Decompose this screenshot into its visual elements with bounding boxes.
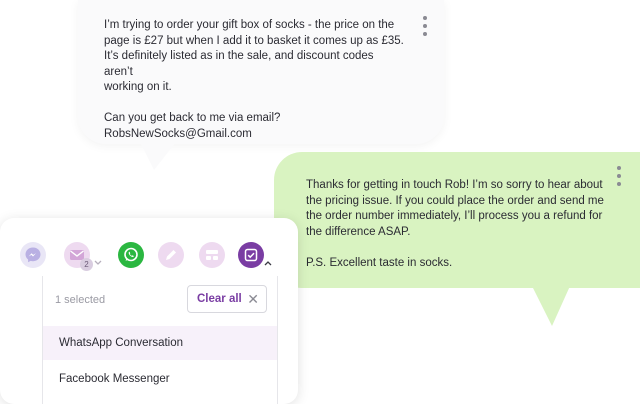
close-icon: ✕ xyxy=(247,290,259,307)
outgoing-message-bubble: Thanks for getting in touch Rob! I’m so … xyxy=(274,152,640,326)
messenger-channel-button[interactable] xyxy=(20,242,46,268)
outgoing-bubble-tail xyxy=(532,286,570,326)
clear-all-button[interactable]: Clear all ✕ xyxy=(187,285,267,313)
incoming-bubble-tail xyxy=(140,142,176,170)
outgoing-message-menu-icon[interactable] xyxy=(616,166,622,190)
messenger-icon xyxy=(25,247,41,263)
outgoing-message-text: Thanks for getting in touch Rob! I’m so … xyxy=(306,179,604,269)
whatsapp-channel-button[interactable] xyxy=(118,242,144,268)
chevron-up-icon[interactable] xyxy=(264,260,272,266)
template-channel-button[interactable] xyxy=(199,242,225,268)
clear-all-label: Clear all xyxy=(197,293,242,305)
channel-selector-panel: 2 1 selected Clear all ✕ WhatsApp Conver… xyxy=(0,218,298,404)
pencil-icon xyxy=(166,250,176,260)
layout-icon xyxy=(206,250,218,260)
channel-dropdown: 1 selected Clear all ✕ WhatsApp Conversa… xyxy=(42,276,278,404)
incoming-message-text: I’m trying to order your gift box of soc… xyxy=(104,19,404,140)
selected-count: 1 selected xyxy=(55,294,106,306)
option-label: WhatsApp Conversation xyxy=(59,337,184,349)
incoming-message-menu-icon[interactable] xyxy=(422,16,428,40)
option-label: Facebook Messenger xyxy=(59,373,170,385)
note-channel-button[interactable] xyxy=(158,242,184,268)
email-count-badge: 2 xyxy=(80,258,93,271)
incoming-message-bubble: I’m trying to order your gift box of soc… xyxy=(78,0,444,170)
dropdown-option-whatsapp[interactable]: WhatsApp Conversation xyxy=(43,326,277,360)
chevron-down-icon[interactable] xyxy=(94,260,102,266)
dropdown-option-messenger[interactable]: Facebook Messenger xyxy=(43,362,277,396)
whatsapp-icon xyxy=(124,247,138,262)
dropdown-header: 1 selected Clear all ✕ xyxy=(43,276,277,327)
task-channel-button[interactable] xyxy=(238,242,264,268)
checkbox-icon xyxy=(244,248,258,262)
